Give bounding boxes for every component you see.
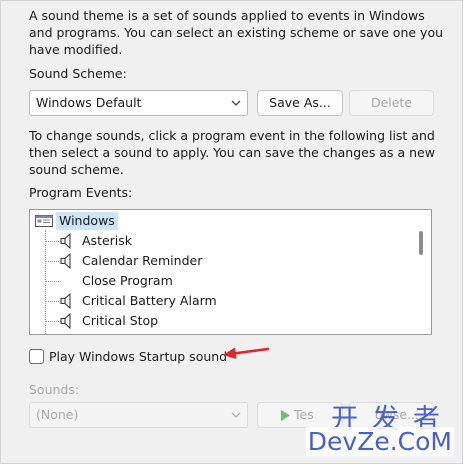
program-events-label: Program Events: — [29, 185, 133, 200]
sounds-label: Sounds: — [29, 382, 80, 397]
speaker-icon — [60, 313, 71, 329]
watermark-logo: 开发者 DevZe.CoM — [300, 397, 460, 461]
list-scrollbar-thumb[interactable] — [419, 231, 423, 255]
sounds-value: (None) — [36, 407, 79, 422]
event-label: Asterisk — [82, 233, 133, 248]
speaker-icon — [60, 253, 71, 269]
startup-sound-label[interactable]: Play Windows Startup sound — [49, 349, 227, 364]
tree-branch — [46, 321, 61, 322]
tree-group-windows[interactable]: Windows — [30, 211, 431, 231]
instructions-text: To change sounds, click a program event … — [29, 128, 435, 177]
tree-branch — [46, 301, 61, 302]
program-events-list[interactable]: Windows Asterisk Calendar Reminder Close… — [29, 209, 432, 335]
speaker-icon — [60, 293, 71, 309]
delete-button[interactable]: Delete — [349, 90, 434, 116]
intro-text: A sound theme is a set of sounds applied… — [29, 8, 444, 57]
chevron-down-icon — [231, 412, 241, 418]
event-item-close-program[interactable]: Close Program — [30, 271, 410, 291]
event-item-critical-stop[interactable]: Critical Stop — [30, 311, 410, 331]
tree-branch — [46, 281, 61, 282]
speaker-icon — [60, 233, 71, 249]
event-label: Close Program — [82, 273, 173, 288]
sound-scheme-label: Sound Scheme: — [29, 66, 127, 81]
event-item-asterisk[interactable]: Asterisk — [30, 231, 410, 251]
watermark-line-2: DevZe.CoM — [305, 427, 454, 456]
startup-sound-checkbox[interactable] — [29, 349, 44, 364]
sound-scheme-dropdown[interactable]: Windows Default — [29, 90, 248, 116]
sound-scheme-value: Windows Default — [36, 95, 142, 110]
play-icon — [281, 410, 290, 421]
chevron-down-icon — [231, 100, 241, 106]
red-arrow-icon — [223, 347, 270, 359]
event-label: Calendar Reminder — [82, 253, 203, 268]
save-as-button[interactable]: Save As... — [257, 90, 343, 116]
event-item-critical-battery-alarm[interactable]: Critical Battery Alarm — [30, 291, 410, 311]
event-item-calendar-reminder[interactable]: Calendar Reminder — [30, 251, 410, 271]
windows-group-icon — [35, 215, 53, 227]
tree-group-label: Windows — [56, 212, 118, 230]
tree-branch — [46, 261, 61, 262]
tree-branch — [46, 241, 61, 242]
event-label: Critical Stop — [82, 313, 159, 328]
sounds-dropdown[interactable]: (None) — [29, 402, 248, 428]
event-label: Critical Battery Alarm — [82, 293, 217, 308]
